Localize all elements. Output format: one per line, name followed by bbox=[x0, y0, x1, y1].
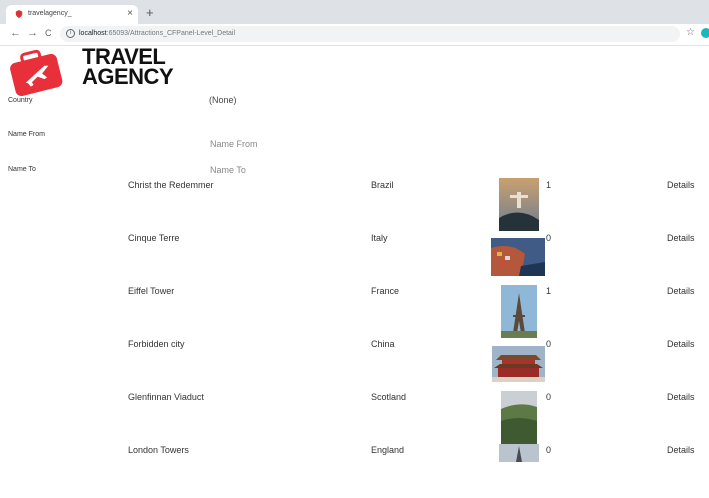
attraction-country: France bbox=[371, 286, 400, 296]
suitcase-logo-icon bbox=[10, 49, 63, 96]
new-tab-button[interactable]: + bbox=[146, 5, 154, 20]
attraction-name: Forbidden city bbox=[128, 339, 185, 349]
table-row: Forbidden city China 0 Details bbox=[0, 339, 709, 392]
shield-icon bbox=[15, 10, 23, 18]
attraction-country: Brazil bbox=[371, 180, 394, 190]
brand-wordmark: TRAVEL AGENCY bbox=[82, 46, 174, 89]
attraction-count: 0 bbox=[546, 339, 552, 349]
table-row: Glenfinnan Viaduct Scotland 0 Details bbox=[0, 391, 709, 445]
attraction-country: Italy bbox=[371, 233, 388, 243]
table-row: Eiffel Tower France 1 Details bbox=[0, 285, 709, 339]
attraction-name: Cinque Terre bbox=[128, 233, 180, 243]
details-link[interactable]: Details bbox=[667, 339, 695, 349]
attraction-count: 1 bbox=[546, 180, 552, 190]
table-row: Cinque Terre Italy 0 Details bbox=[0, 233, 709, 286]
attraction-image bbox=[499, 178, 539, 231]
name-to-input[interactable]: Name To bbox=[210, 165, 246, 175]
attraction-image bbox=[501, 285, 537, 338]
details-link[interactable]: Details bbox=[667, 445, 695, 455]
attraction-name: Eiffel Tower bbox=[128, 286, 175, 296]
extension-icon[interactable] bbox=[701, 28, 709, 38]
attraction-name: Christ the Redemmer bbox=[128, 180, 214, 190]
attraction-image bbox=[501, 391, 537, 444]
name-from-label: Name From bbox=[8, 131, 45, 138]
info-icon[interactable]: i bbox=[66, 29, 75, 38]
browser-tab-bar: travelagency_ × + bbox=[0, 0, 709, 24]
reload-icon[interactable]: C bbox=[45, 28, 52, 38]
attraction-count: 0 bbox=[546, 233, 552, 243]
details-link[interactable]: Details bbox=[667, 233, 695, 243]
attraction-count: 0 bbox=[546, 392, 552, 402]
bookmark-star-icon[interactable]: ☆ bbox=[686, 27, 695, 38]
attraction-image bbox=[499, 444, 539, 462]
address-url: localhost:65093/Attractions_CFPanel-Leve… bbox=[79, 30, 236, 37]
attraction-name: London Towers bbox=[128, 445, 189, 455]
attraction-name: Glenfinnan Viaduct bbox=[128, 392, 204, 402]
brand-line-2: AGENCY bbox=[82, 64, 174, 89]
browser-tab[interactable]: travelagency_ × bbox=[6, 5, 138, 24]
attraction-image bbox=[491, 238, 545, 276]
attraction-country: England bbox=[371, 445, 405, 455]
details-link[interactable]: Details bbox=[667, 286, 695, 296]
back-icon[interactable]: ← bbox=[10, 27, 21, 39]
browser-toolbar: ← → C i localhost:65093/Attractions_CFPa… bbox=[0, 24, 709, 46]
attraction-count: 0 bbox=[546, 445, 552, 455]
details-link[interactable]: Details bbox=[667, 180, 695, 190]
close-icon[interactable]: × bbox=[127, 8, 133, 19]
forward-icon[interactable]: → bbox=[27, 27, 38, 39]
attraction-country: China bbox=[371, 339, 395, 349]
address-bar[interactable]: i localhost:65093/Attractions_CFPanel-Le… bbox=[60, 26, 680, 42]
name-from-input[interactable]: Name From bbox=[210, 139, 258, 149]
table-row: Christ the Redemmer Brazil 1 Details bbox=[0, 178, 709, 233]
attraction-image bbox=[492, 346, 545, 382]
attraction-count: 1 bbox=[546, 286, 552, 296]
table-row: London Towers England 0 Details bbox=[0, 444, 709, 498]
tab-title: travelagency_ bbox=[28, 10, 72, 17]
details-link[interactable]: Details bbox=[667, 392, 695, 402]
country-label: Country bbox=[8, 97, 33, 104]
name-to-label: Name To bbox=[8, 166, 36, 173]
country-select[interactable]: (None) bbox=[209, 95, 237, 105]
attraction-country: Scotland bbox=[371, 392, 407, 402]
